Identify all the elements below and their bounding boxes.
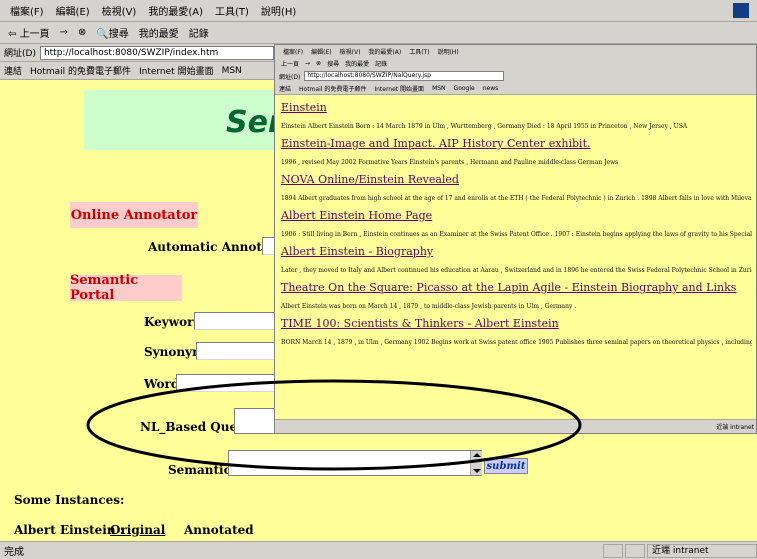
back-button[interactable]: ⇦ 上一頁 (8, 25, 50, 40)
status-cell (625, 543, 645, 558)
menu-edit[interactable]: 編輯(E) (56, 3, 90, 18)
result-item: Einstein-Image and Impact. AIP History C… (281, 137, 752, 167)
status-zone: 近端 intranet (647, 543, 757, 558)
menu-help[interactable]: 說明(H) (261, 3, 296, 18)
menu-favorites[interactable]: 我的最愛(A) (148, 3, 203, 18)
semantic-index-submit-button[interactable]: submit (484, 458, 528, 474)
popup-favorites-button[interactable]: 我的最愛 (345, 59, 369, 68)
result-snippet: BORN March 14 , 1879 , in Ulm , Germany … (281, 339, 752, 346)
menu-file[interactable]: 檔案(F) (10, 3, 44, 18)
result-snippet: Einstein Albert Einstein Born : 14 March… (281, 123, 688, 130)
link-msn[interactable]: MSN (222, 66, 242, 76)
result-item: Albert Einstein Home Page 1906 : Still l… (281, 209, 752, 239)
address-input[interactable]: http://localhost:8080/SWZIP/index.htm (39, 45, 274, 60)
popup-menu-view[interactable]: 檢視(V) (340, 47, 361, 56)
result-item: NOVA Online/Einstein Revealed 1894 Alber… (281, 173, 752, 203)
popup-forward-button[interactable]: → (305, 60, 310, 67)
popup-address-label: 網址(D) (279, 73, 301, 81)
popup-links-label: 連結 (279, 86, 292, 93)
result-title-link[interactable]: Theatre On the Square: Picasso at the La… (281, 281, 752, 294)
popup-menu-help[interactable]: 說明(H) (438, 47, 459, 56)
result-item: Theatre On the Square: Picasso at the La… (281, 281, 752, 311)
menu-view[interactable]: 檢視(V) (102, 3, 137, 18)
back-label: 上一頁 (19, 29, 50, 40)
result-title-link[interactable]: Einstein-Image and Impact. AIP History C… (281, 137, 752, 150)
result-title-link[interactable]: Einstein (281, 101, 752, 114)
popup-menu-tools[interactable]: 工具(T) (409, 47, 429, 56)
popup-menu-bar: 檔案(F) 編輯(E) 檢視(V) 我的最愛(A) 工具(T) 說明(H) (275, 45, 756, 57)
popup-menu-file[interactable]: 檔案(F) (283, 47, 303, 56)
popup-search-button[interactable]: 搜尋 (327, 59, 339, 68)
stop-button[interactable]: ⊗ (78, 27, 86, 38)
menu-bar: 檔案(F) 編輯(E) 檢視(V) 我的最愛(A) 工具(T) 說明(H) (0, 0, 757, 22)
result-snippet: Albert Einstein was born on March 14 , 1… (281, 303, 577, 310)
popup-link-internet-start[interactable]: Internet 開始畫面 (374, 84, 424, 93)
result-title-link[interactable]: Albert Einstein Home Page (281, 209, 752, 222)
result-title-link[interactable]: TIME 100: Scientists & Thinkers - Albert… (281, 317, 752, 330)
popup-back-button[interactable]: 上一頁 (281, 59, 299, 68)
popup-link-msn[interactable]: MSN (432, 85, 445, 92)
instance-original-link[interactable]: Original (110, 523, 165, 537)
history-button[interactable]: 記錄 (189, 25, 209, 40)
link-internet-start[interactable]: Internet 開始畫面 (139, 64, 214, 77)
result-item: TIME 100: Scientists & Thinkers - Albert… (281, 317, 752, 347)
keyword-input[interactable] (194, 312, 276, 330)
search-label: 搜尋 (108, 29, 129, 40)
result-item: Albert Einstein - Biography Later , they… (281, 245, 752, 275)
search-button[interactable]: 🔍搜尋 (96, 25, 128, 40)
popup-menu-favorites[interactable]: 我的最愛(A) (368, 47, 401, 56)
popup-link-hotmail[interactable]: Hotmail 的免費電子郵件 (299, 84, 366, 93)
popup-status-zone: 近端 intranet (716, 424, 754, 431)
address-bar: 網址(D) http://localhost:8080/SWZIP/index.… (0, 44, 274, 62)
popup-stop-button[interactable]: ⊗ (316, 60, 321, 67)
popup-address-input[interactable]: http://localhost:8080/SWZIP/NalQuery.jsp (304, 71, 505, 81)
popup-history-button[interactable]: 記錄 (375, 59, 387, 68)
result-item: Einstein Einstein Albert Einstein Born :… (281, 101, 752, 131)
result-snippet: 1894 Albert graduates from high school a… (281, 195, 752, 202)
word-input[interactable] (176, 374, 276, 392)
online-annotator-button[interactable]: Online Annotator (70, 202, 198, 228)
semantic-portal-button[interactable]: Semantic Portal (70, 273, 182, 303)
synonym-input[interactable] (196, 342, 276, 360)
forward-button[interactable]: → (60, 27, 68, 38)
result-title-link[interactable]: NOVA Online/Einstein Revealed (281, 173, 752, 186)
instance-name: Albert Einstein : (14, 523, 125, 537)
links-label: 連結 (4, 67, 23, 77)
browser-toolbar: ⇦ 上一頁 → ⊗ 🔍搜尋 我的最愛 記錄 (0, 22, 757, 44)
semantic-index-scrollbar[interactable] (470, 451, 482, 475)
favorites-button[interactable]: 我的最愛 (139, 25, 179, 40)
semantic-index-textarea[interactable] (228, 450, 482, 476)
some-instances-label: Some Instances: (14, 493, 125, 507)
instance-annotated-link[interactable]: Annotated (184, 523, 254, 537)
windows-logo-icon (733, 3, 749, 18)
popup-links-bar: 連結 Hotmail 的免費電子郵件 Internet 開始畫面 MSN Goo… (275, 83, 756, 95)
link-hotmail[interactable]: Hotmail 的免費電子郵件 (30, 64, 131, 77)
status-bar: 完成 近端 intranet (0, 541, 757, 559)
popup-link-google[interactable]: Google (454, 85, 475, 92)
address-label: 網址(D) (4, 49, 36, 59)
links-bar: 連結 Hotmail 的免費電子郵件 Internet 開始畫面 MSN (0, 62, 274, 80)
status-cell (603, 543, 623, 558)
status-text: 完成 (4, 547, 24, 558)
popup-status-bar: 近端 intranet (275, 419, 756, 433)
menu-tools[interactable]: 工具(T) (215, 3, 249, 18)
popup-link-news[interactable]: news (483, 85, 499, 92)
result-snippet: Later , they moved to Italy and Albert c… (281, 267, 752, 274)
popup-menu-edit[interactable]: 編輯(E) (311, 47, 331, 56)
results-popup-window: 檔案(F) 編輯(E) 檢視(V) 我的最愛(A) 工具(T) 說明(H) 上一… (274, 44, 757, 434)
result-snippet: 1996 , revised May 2002 Formative Years … (281, 159, 619, 166)
result-snippet: 1906 : Still living in Bern , Einstein c… (281, 231, 752, 238)
result-title-link[interactable]: Albert Einstein - Biography (281, 245, 752, 258)
results-list: Einstein Einstein Albert Einstein Born :… (275, 95, 756, 419)
popup-address-bar: 網址(D) http://localhost:8080/SWZIP/NalQue… (275, 69, 756, 83)
popup-toolbar: 上一頁 → ⊗ 搜尋 我的最愛 記錄 (275, 57, 756, 69)
